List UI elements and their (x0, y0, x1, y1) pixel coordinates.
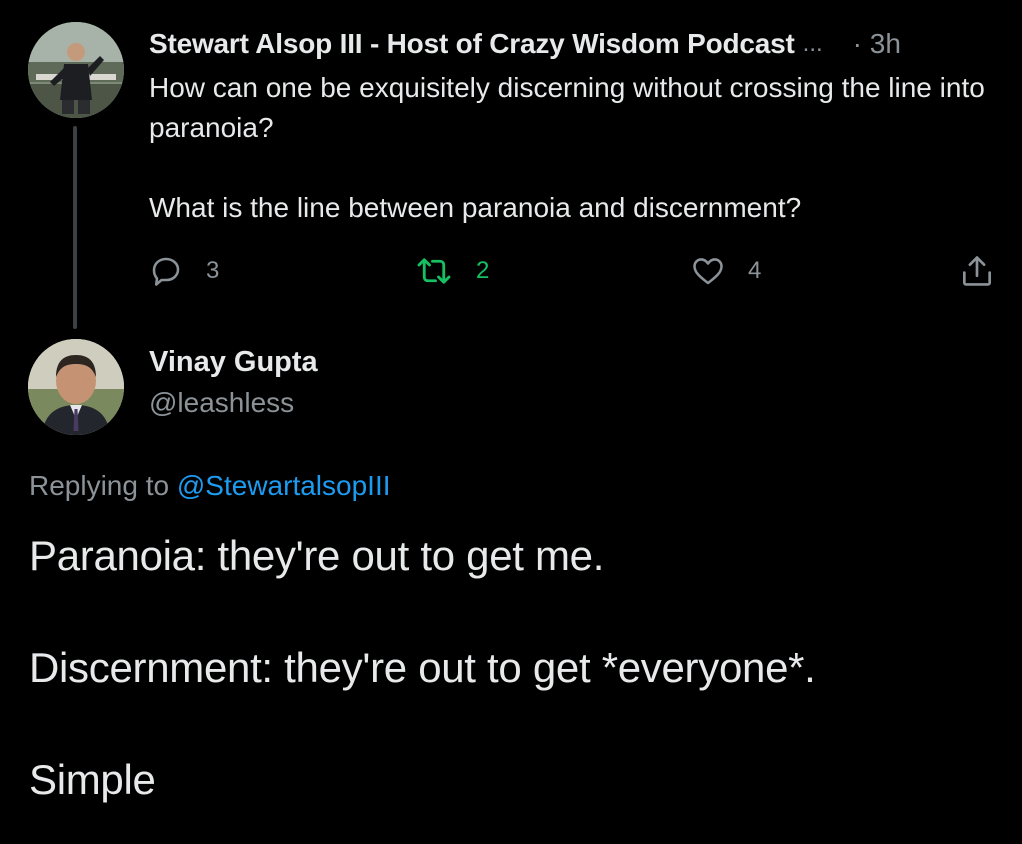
reply-author-name[interactable]: Vinay Gupta (149, 346, 318, 379)
tweet-thread: Stewart Alsop III - Host of Crazy Wisdom… (0, 0, 1022, 844)
reply-tweet-text: Paranoia: they're out to get me. Discern… (29, 532, 816, 803)
parent-action-bar: 3 2 4 (0, 250, 1022, 292)
reply-count: 3 (206, 257, 220, 284)
like-count: 4 (748, 257, 762, 284)
like-button[interactable]: 4 (690, 250, 761, 292)
speech-bubble-icon (148, 253, 184, 289)
retweet-button[interactable]: 2 (414, 250, 489, 292)
parent-author-name[interactable]: Stewart Alsop III - Host of Crazy Wisdom… (149, 28, 795, 60)
reply-author-handle[interactable]: @leashless (149, 387, 294, 419)
retweet-icon (414, 253, 454, 289)
replying-to-label: Replying to (29, 470, 170, 501)
replying-to-mention-link[interactable]: @StewartalsopIII (177, 470, 391, 501)
share-upload-icon (958, 252, 996, 290)
parent-tweet-header: Stewart Alsop III - Host of Crazy Wisdom… (149, 26, 999, 62)
heart-icon (690, 253, 726, 289)
avatar-vinay[interactable] (28, 339, 124, 435)
avatar-stewart[interactable] (28, 22, 124, 118)
thread-connector-line (73, 126, 77, 329)
reply-button[interactable]: 3 (148, 250, 219, 292)
replying-to-line: Replying to @StewartalsopIII (29, 470, 391, 502)
parent-timestamp[interactable]: · 3h (853, 28, 901, 60)
parent-tweet-text: How can one be exquisitely discerning wi… (149, 72, 985, 223)
share-button[interactable] (958, 250, 996, 292)
name-truncation: ... (802, 30, 823, 57)
retweet-count: 2 (476, 257, 490, 284)
